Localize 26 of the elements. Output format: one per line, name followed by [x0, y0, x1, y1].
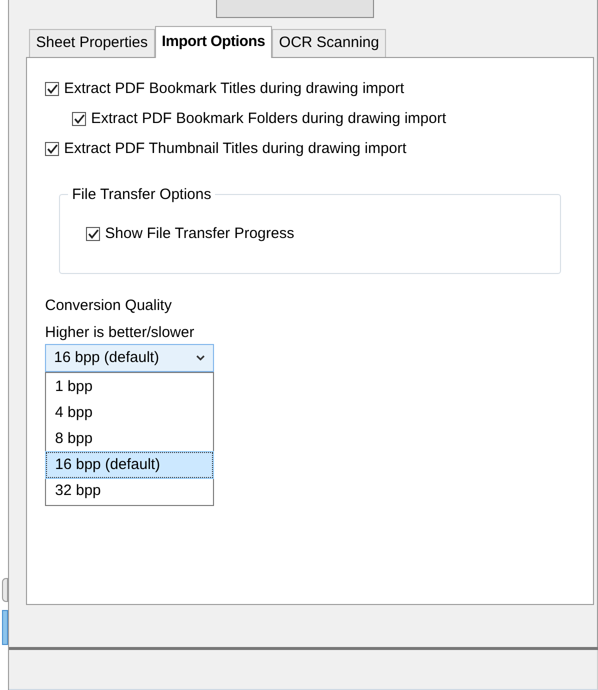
- quality-dropdown[interactable]: 16 bpp (default): [45, 344, 214, 372]
- field-label: Conversion Quality: [45, 296, 173, 315]
- dropdown-option[interactable]: 32 bpp: [46, 478, 213, 504]
- checkbox-label: Show File Transfer Progress: [105, 224, 294, 244]
- checkbox[interactable]: [86, 227, 100, 241]
- checkbox-label: Extract PDF Bookmark Folders during drawing import: [91, 108, 446, 129]
- dropdown-option[interactable]: 1 bpp: [46, 374, 213, 400]
- checkbox[interactable]: [45, 142, 59, 156]
- checkmark-icon: [46, 144, 58, 154]
- checkbox-label: Extract PDF Bookmark Titles during drawing import: [64, 78, 404, 99]
- checkmark-icon: [74, 114, 84, 124]
- tab[interactable]: OCR Scanning: [272, 29, 386, 57]
- hint-text: Higher is better/slower: [45, 323, 196, 342]
- checkbox-label: Extract PDF Thumbnail Titles during drawing import: [64, 138, 406, 159]
- checkmark-icon: [46, 84, 58, 94]
- partial-button[interactable]: [216, 0, 374, 18]
- dropdown-option[interactable]: 16 bpp (default): [46, 452, 213, 478]
- tab[interactable]: Sheet Properties: [29, 29, 155, 57]
- tab[interactable]: Import Options: [154, 26, 272, 58]
- partial-button[interactable]: [2, 578, 8, 602]
- checkmark-icon: [88, 229, 98, 239]
- dropdown-option[interactable]: 8 bpp: [46, 426, 213, 452]
- checkbox[interactable]: [45, 82, 59, 96]
- chevron-down-icon: [196, 355, 205, 361]
- checkbox[interactable]: [72, 112, 86, 126]
- dropdown-option[interactable]: 4 bpp: [46, 400, 213, 426]
